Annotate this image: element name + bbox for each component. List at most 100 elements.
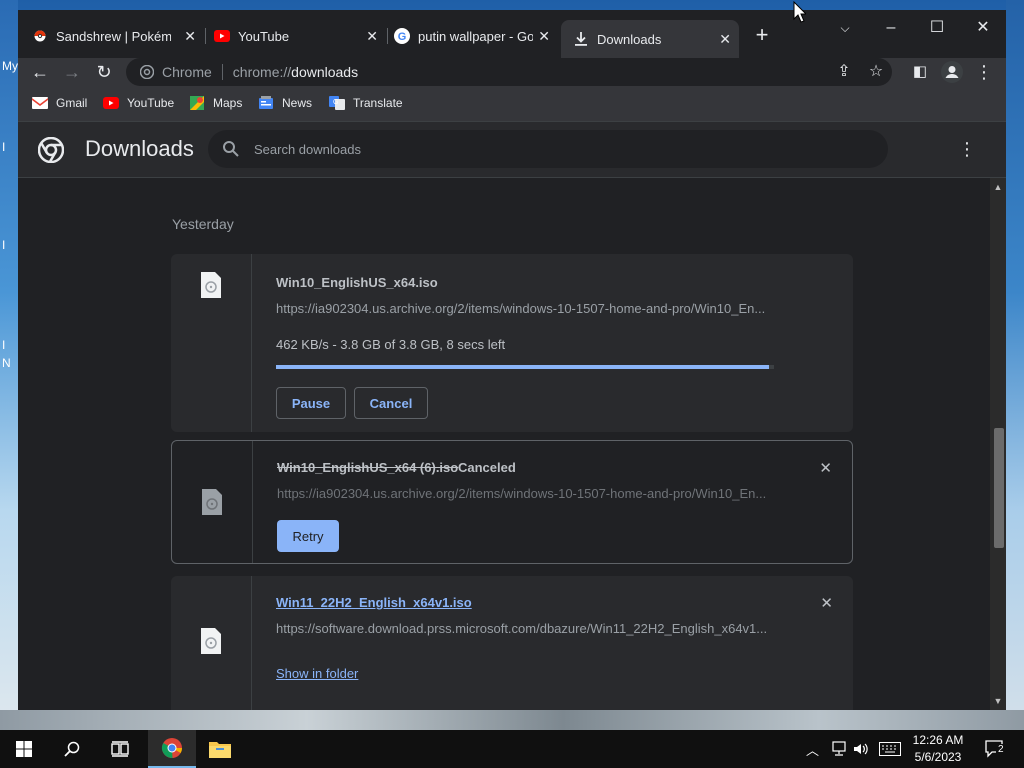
pause-button[interactable]: Pause (276, 387, 346, 419)
forward-arrow-icon[interactable]: → (60, 60, 84, 84)
more-actions-icon[interactable]: ⋮ (958, 140, 976, 158)
address-bar[interactable]: Chrome chrome:// downloads ⇪ ☆ (126, 58, 892, 86)
scrollbar-thumb[interactable] (994, 428, 1004, 548)
chrome-icon (161, 738, 183, 759)
show-in-folder-link[interactable]: Show in folder (276, 666, 358, 681)
desktop-icon-label[interactable]: I (2, 140, 5, 154)
url-scheme: chrome:// (232, 64, 292, 80)
bookmark-news[interactable]: News (258, 95, 312, 111)
bookmark-label: YouTube (127, 96, 175, 110)
close-icon[interactable]: ✕ (538, 28, 550, 45)
file-url: https://ia902304.us.archive.org/2/items/… (277, 486, 767, 501)
system-clock[interactable]: 12:26 AM 5/6/2023 (906, 732, 970, 766)
desktop-background-bottom (0, 710, 1024, 730)
taskbar-chrome[interactable] (148, 730, 196, 768)
tab-youtube[interactable]: YouTube ✕ (214, 22, 386, 50)
menu-kebab-icon[interactable]: ⋮ (972, 60, 996, 84)
close-icon[interactable]: ✕ (184, 28, 196, 45)
progress-bar-fill (276, 365, 770, 369)
desktop-icon-label[interactable]: N (2, 356, 11, 370)
desktop-icon-label[interactable]: I (2, 338, 5, 352)
profile-icon[interactable] (940, 60, 964, 84)
desktop-icon-label[interactable]: My (2, 59, 18, 73)
notification-center-button[interactable]: 2 (984, 730, 1006, 768)
taskbar-file-explorer[interactable] (196, 730, 244, 768)
bookmark-translate[interactable]: G Translate (329, 95, 403, 111)
minimize-button[interactable]: – (868, 14, 914, 42)
page-scrollbar[interactable]: ▲ ▼ (990, 178, 1006, 710)
iso-file-icon (201, 272, 221, 298)
iso-file-icon (201, 628, 221, 654)
reload-icon[interactable]: ↻ (92, 60, 116, 84)
share-icon[interactable]: ⇪ (828, 60, 860, 84)
side-panel-icon[interactable]: ◧ (908, 60, 932, 84)
search-input[interactable]: Search downloads (208, 130, 888, 168)
network-icon[interactable] (830, 730, 848, 768)
close-window-button[interactable]: ✕ (960, 14, 1006, 42)
pokeball-icon (32, 28, 48, 44)
bookmark-youtube[interactable]: YouTube (103, 95, 174, 111)
show-hidden-icons-chevron-icon[interactable]: ︿ (806, 730, 819, 768)
download-icon (573, 31, 589, 47)
tab-title: Downloads (597, 31, 662, 47)
retry-button[interactable]: Retry (277, 520, 339, 552)
bookmark-star-icon[interactable]: ☆ (860, 60, 892, 84)
remove-item-close-icon[interactable]: ✕ (820, 594, 833, 612)
tab-strip: Sandshrew | Pokémon ✕ YouTube ✕ G putin … (18, 10, 1006, 58)
site-label: Chrome (162, 64, 212, 80)
file-url: https://ia902304.us.archive.org/2/items/… (276, 301, 766, 316)
start-button[interactable] (0, 730, 48, 768)
chrome-icon (140, 65, 154, 79)
iso-file-icon (202, 489, 222, 515)
bookmark-maps[interactable]: Maps (189, 95, 242, 111)
bookmark-gmail[interactable]: Gmail (32, 95, 87, 111)
volume-icon[interactable] (853, 730, 869, 768)
windows-logo-icon (16, 741, 32, 757)
bookmarks-bar: Gmail YouTube Maps News G Translate (18, 86, 1006, 122)
file-name: Win10_EnglishUS_x64 (6).iso (277, 460, 459, 475)
search-icon (64, 741, 80, 757)
cancel-button[interactable]: Cancel (354, 387, 428, 419)
file-icon-column (172, 441, 253, 563)
tab-title: putin wallpaper - Goo (418, 28, 533, 44)
downloads-header: Downloads Search downloads ⋮ (18, 122, 1006, 178)
svg-text:G: G (398, 31, 407, 43)
close-icon[interactable]: ✕ (719, 31, 731, 48)
close-icon[interactable]: ✕ (366, 28, 378, 45)
bookmark-label: News (282, 96, 313, 110)
scroll-down-arrow-icon[interactable]: ▼ (990, 696, 1006, 706)
site-info[interactable]: Chrome (140, 64, 212, 80)
progress-bar (276, 365, 774, 369)
file-name-link[interactable]: Win11_22H2_English_x64v1.iso (276, 595, 472, 610)
downloads-page: Downloads Search downloads ⋮ Yesterday W… (18, 122, 1006, 710)
tab-google-search[interactable]: G putin wallpaper - Goo ✕ (394, 22, 558, 50)
youtube-icon (103, 95, 119, 111)
bookmark-label: Maps (213, 96, 243, 110)
news-icon (258, 95, 274, 111)
clock-time: 12:26 AM (912, 733, 964, 747)
maximize-button[interactable]: ☐ (914, 14, 960, 42)
new-tab-button[interactable]: + (750, 24, 774, 48)
tab-downloads[interactable]: Downloads ✕ (561, 20, 739, 58)
url-host: downloads (291, 64, 359, 80)
search-button[interactable] (48, 730, 96, 768)
search-placeholder: Search downloads (254, 141, 361, 157)
notification-count-badge: 2 (996, 744, 1006, 755)
desktop-icon-label[interactable]: I (2, 238, 5, 252)
page-title: Downloads (85, 136, 194, 161)
task-view-button[interactable] (96, 730, 144, 768)
tab-sandshrew[interactable]: Sandshrew | Pokémon ✕ (32, 22, 204, 50)
tab-search-chevron-icon[interactable]: ⌵ (822, 14, 868, 42)
bookmark-label: Translate (353, 96, 403, 110)
download-item: Win10_EnglishUS_x64 (6).iso Canceled ✕ h… (171, 440, 853, 564)
download-progress-text: 462 KB/s - 3.8 GB of 3.8 GB, 8 secs left (276, 337, 506, 352)
status-badge: Canceled (458, 460, 516, 475)
download-item: Win10_EnglishUS_x64.iso https://ia902304… (171, 254, 853, 432)
scroll-up-arrow-icon[interactable]: ▲ (990, 182, 1006, 192)
svg-text:G: G (333, 99, 338, 106)
back-arrow-icon[interactable]: ← (28, 60, 52, 84)
keyboard-icon[interactable] (879, 730, 901, 768)
tab-title: Sandshrew | Pokémon (56, 28, 171, 44)
remove-item-close-icon[interactable]: ✕ (819, 459, 832, 477)
file-url: https://software.download.prss.microsoft… (276, 621, 768, 636)
